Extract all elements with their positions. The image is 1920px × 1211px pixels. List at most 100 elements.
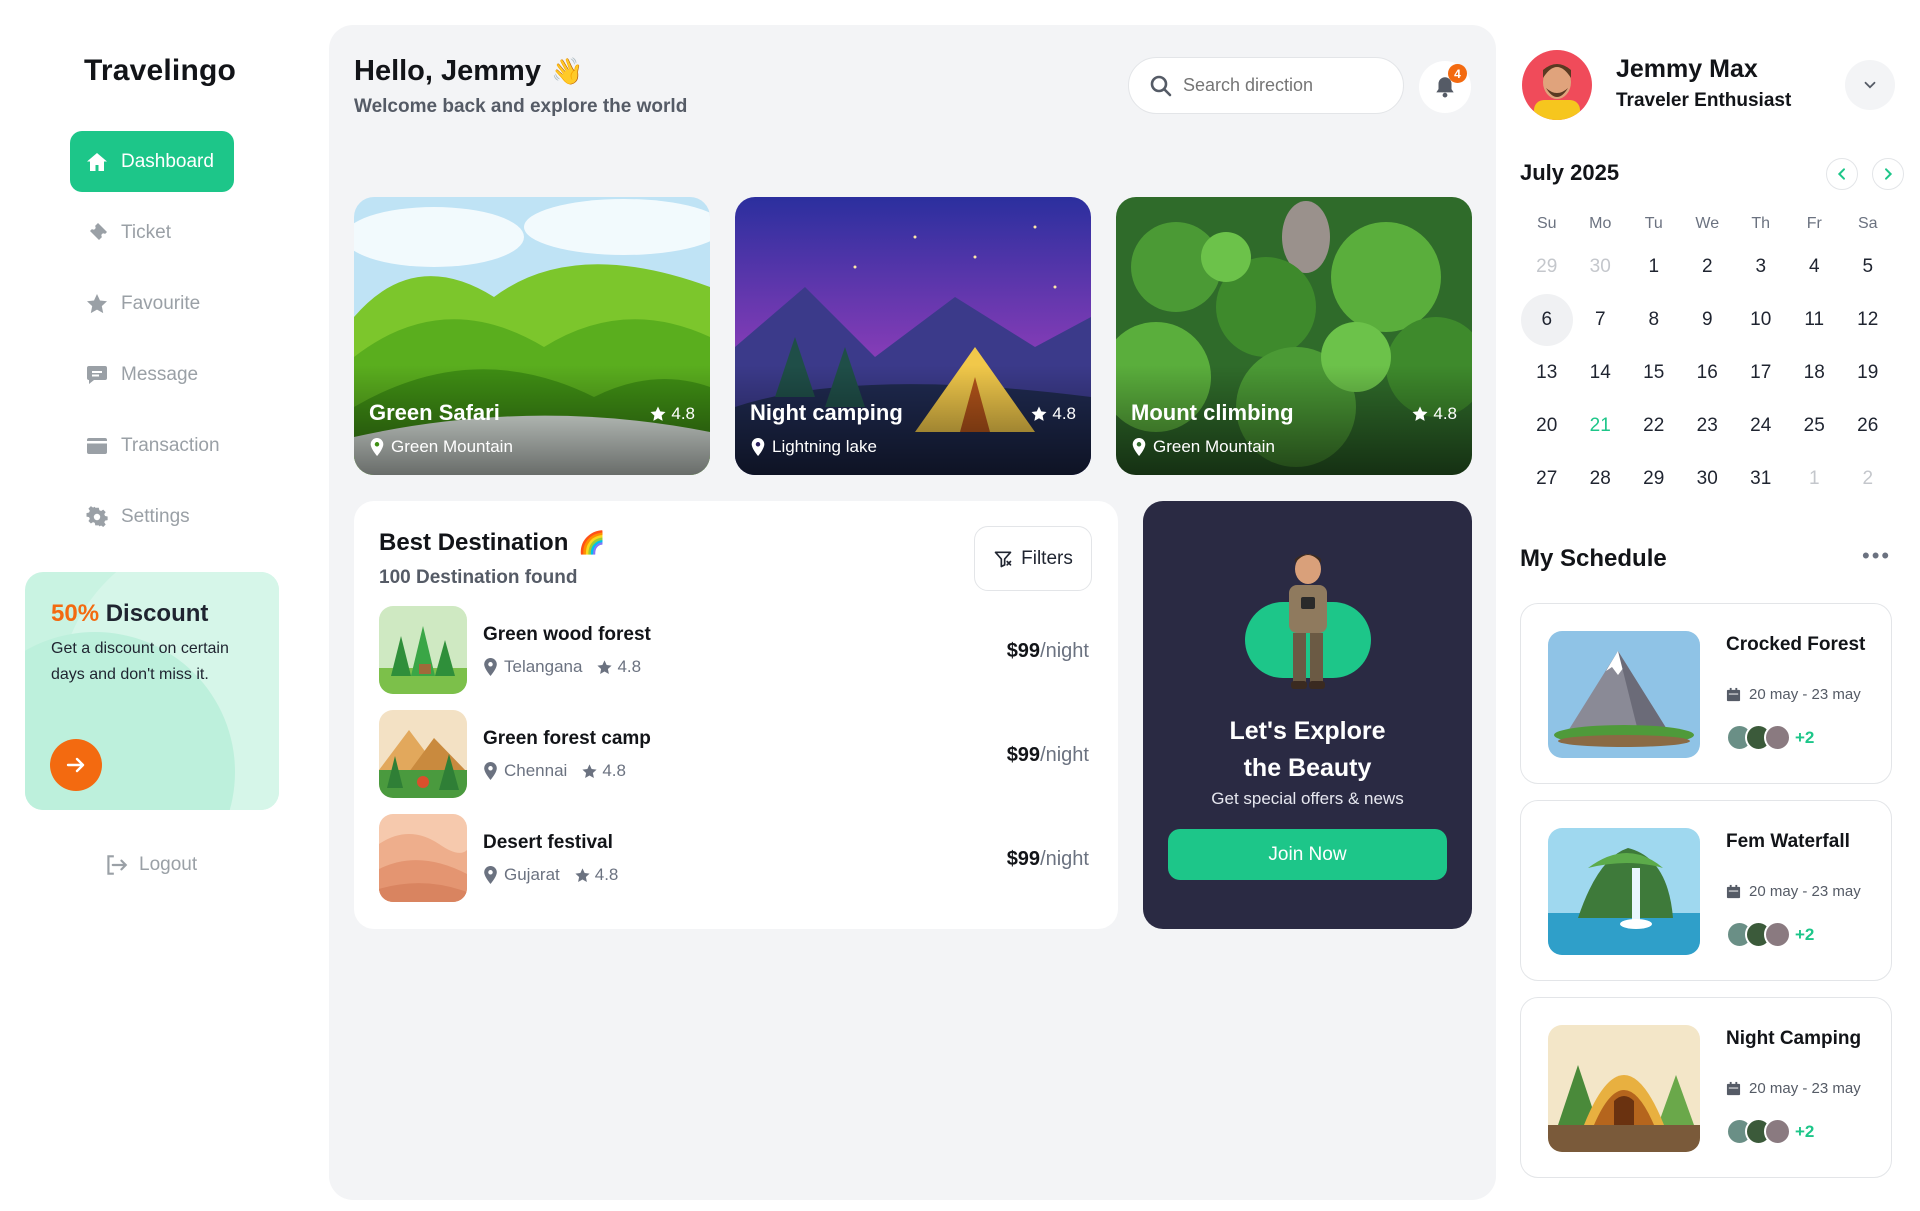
destination-row[interactable]: Green wood forest Telangana 4.8 $99/nigh… (379, 606, 1099, 694)
calendar-day[interactable]: 14 (1574, 346, 1628, 399)
calendar-day[interactable]: 18 (1788, 346, 1842, 399)
featured-card-mount-climbing[interactable]: Mount climbing Green Mountain 4.8 (1116, 197, 1472, 475)
calendar-weekdays: Su Mo Tu We Th Fr Sa (1520, 208, 1895, 240)
waterfall-island-image (1548, 828, 1700, 955)
calendar-day[interactable]: 26 (1841, 399, 1895, 452)
schedule-card[interactable]: Crocked Forest 20 may - 23 may +2 (1520, 603, 1892, 784)
calendar-prev-button[interactable] (1826, 158, 1858, 190)
sidebar-item-message[interactable]: Message (70, 344, 234, 405)
calendar-day[interactable]: 30 (1681, 452, 1735, 505)
best-destination-count: 100 Destination found (379, 567, 578, 588)
calendar-day[interactable]: 3 (1734, 240, 1788, 293)
join-now-button[interactable]: Join Now (1168, 829, 1447, 880)
sidebar: Travelingo Dashboard Ticket Favourite Me… (0, 0, 300, 1211)
calendar-day[interactable]: 2 (1681, 240, 1735, 293)
traveler-character-image (1289, 554, 1327, 689)
calendar-day[interactable]: 2 (1841, 452, 1895, 505)
app-logo[interactable]: Travelingo (84, 54, 236, 88)
star-icon (1031, 406, 1047, 421)
featured-card-green-safari[interactable]: Green Safari Green Mountain 4.8 (354, 197, 710, 475)
calendar-day[interactable]: 29 (1627, 452, 1681, 505)
calendar-day[interactable]: 20 (1520, 399, 1574, 452)
wallet-icon (87, 437, 107, 454)
schedule-more-button[interactable]: ••• (1862, 543, 1891, 569)
destination-row[interactable]: Green forest camp Chennai 4.8 $99/night (379, 710, 1099, 798)
sidebar-item-dashboard[interactable]: Dashboard (70, 131, 234, 192)
calendar-week: 20 21 22 23 24 25 26 (1520, 399, 1895, 452)
calendar-day[interactable]: 5 (1841, 240, 1895, 293)
discount-go-button[interactable] (50, 739, 102, 791)
filters-button[interactable]: Filters (974, 526, 1092, 591)
calendar-day[interactable]: 22 (1627, 399, 1681, 452)
calendar-day[interactable]: 28 (1574, 452, 1628, 505)
chevron-left-icon (1837, 168, 1845, 180)
discount-text: Get a discount on certain days and don't… (51, 640, 229, 683)
filter-icon (994, 551, 1012, 567)
calendar-day[interactable]: 9 (1681, 293, 1735, 346)
calendar-day[interactable]: 25 (1788, 399, 1842, 452)
best-destination-heading: Best Destination (379, 529, 569, 556)
price-unit: /night (1040, 640, 1089, 662)
calendar-day[interactable]: 29 (1520, 240, 1574, 293)
calendar-day[interactable]: 23 (1681, 399, 1735, 452)
calendar-day[interactable]: 13 (1520, 346, 1574, 399)
calendar-day[interactable]: 7 (1574, 293, 1628, 346)
calendar-day[interactable]: 12 (1841, 293, 1895, 346)
schedule-dates: 20 may - 23 may (1726, 1080, 1861, 1097)
schedule-thumbnail (1548, 631, 1700, 758)
calendar-day[interactable]: 8 (1627, 293, 1681, 346)
right-panel: Jemmy Max Traveler Enthusiast July 2025 … (1520, 0, 1920, 1211)
greeting: Hello, Jemmy 👋 (354, 55, 583, 88)
card-location-text: Green Mountain (391, 437, 513, 456)
calendar-day[interactable]: 1 (1788, 452, 1842, 505)
calendar-day[interactable]: 30 (1574, 240, 1628, 293)
schedule-card[interactable]: Night Camping 20 may - 23 may +2 (1520, 997, 1892, 1178)
card-location: Green Mountain (369, 437, 513, 457)
sidebar-item-label: Message (121, 363, 199, 385)
calendar-day[interactable]: 11 (1788, 293, 1842, 346)
notification-button[interactable]: 4 (1419, 61, 1471, 113)
calendar-day[interactable]: 10 (1734, 293, 1788, 346)
price-value: $99 (1006, 848, 1041, 870)
card-location: Green Mountain (1131, 437, 1275, 457)
calendar-day[interactable]: 15 (1627, 346, 1681, 399)
search-box[interactable] (1128, 57, 1404, 114)
best-destination-panel: Best Destination 🌈 100 Destination found… (354, 501, 1118, 929)
avatar[interactable] (1522, 50, 1592, 120)
calendar-day[interactable]: 27 (1520, 452, 1574, 505)
schedule-dates: 20 may - 23 may (1726, 883, 1861, 900)
calendar-day[interactable]: 17 (1734, 346, 1788, 399)
filters-label: Filters (1021, 547, 1073, 569)
participant-more: +2 (1795, 727, 1815, 747)
calendar-day[interactable]: 16 (1681, 346, 1735, 399)
calendar-day[interactable]: 24 (1734, 399, 1788, 452)
discount-title: 50% Discount (51, 600, 208, 628)
destination-meta: Telangana 4.8 (483, 657, 641, 677)
home-icon (87, 152, 107, 171)
destination-row[interactable]: Desert festival Gujarat 4.8 $99/night (379, 814, 1099, 902)
calendar-day[interactable]: 4 (1788, 240, 1842, 293)
location-pin-icon (484, 658, 497, 676)
calendar-day[interactable]: 1 (1627, 240, 1681, 293)
sidebar-item-ticket[interactable]: Ticket (70, 202, 234, 263)
calendar-day[interactable]: 19 (1841, 346, 1895, 399)
logout-button[interactable]: Logout (103, 852, 197, 878)
location-pin-icon (484, 866, 497, 884)
price-unit: /night (1040, 744, 1089, 766)
sidebar-item-settings[interactable]: Settings (70, 486, 234, 547)
user-menu-button[interactable] (1845, 60, 1895, 110)
sidebar-item-transaction[interactable]: Transaction (70, 415, 234, 476)
location-pin-icon (484, 762, 497, 780)
best-destination-title: Best Destination 🌈 (379, 529, 606, 557)
calendar-next-button[interactable] (1872, 158, 1904, 190)
search-input[interactable] (1183, 75, 1373, 96)
destination-thumbnail (379, 814, 467, 902)
featured-card-night-camping[interactable]: Night camping Lightning lake 4.8 (735, 197, 1091, 475)
destination-location: Gujarat (504, 865, 560, 884)
calendar-day[interactable]: 31 (1734, 452, 1788, 505)
calendar-day-selected[interactable]: 6 (1520, 293, 1574, 346)
sidebar-item-favourite[interactable]: Favourite (70, 273, 234, 334)
calendar-day-today[interactable]: 21 (1574, 399, 1628, 452)
schedule-card[interactable]: Fem Waterfall 20 may - 23 may +2 (1520, 800, 1892, 981)
schedule-participants: +2 (1726, 921, 1814, 948)
